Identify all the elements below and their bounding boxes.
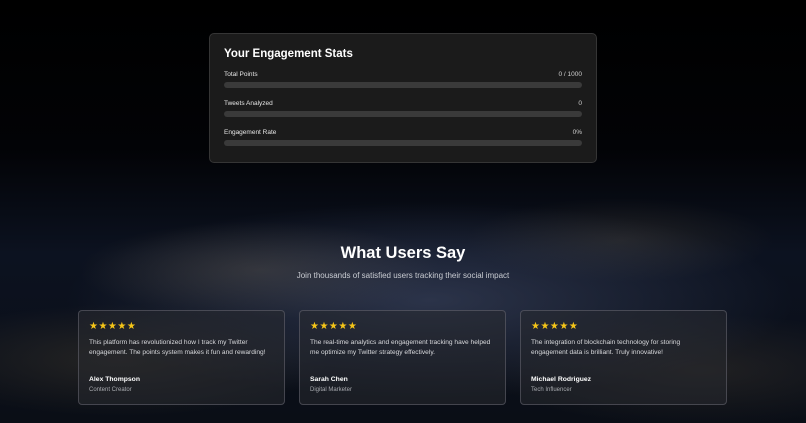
stat-value: 0 bbox=[578, 100, 582, 107]
testimonial-text: This platform has revolutionized how I t… bbox=[89, 339, 266, 356]
stat-value: 0% bbox=[572, 129, 582, 136]
progress-bar bbox=[224, 82, 582, 88]
stat-row-total-points: Total Points 0 / 1000 bbox=[224, 70, 582, 99]
testimonial-card: ★★★★★ This platform has revolutionized h… bbox=[78, 310, 285, 405]
stat-label: Total Points bbox=[224, 71, 258, 78]
stat-label: Tweets Analyzed bbox=[224, 100, 273, 107]
testimonial-card: ★★★★★ The integration of blockchain tech… bbox=[520, 310, 727, 405]
testimonial-author-role: Content Creator bbox=[89, 387, 132, 393]
star-rating-icon: ★★★★★ bbox=[531, 321, 579, 332]
testimonials-title: What Users Say bbox=[340, 244, 466, 262]
stat-row-tweets-analyzed: Tweets Analyzed 0 bbox=[224, 99, 582, 128]
testimonial-text: The integration of blockchain technology… bbox=[531, 339, 681, 356]
testimonial-author-role: Digital Marketer bbox=[310, 387, 353, 393]
testimonial-author-name: Sarah Chen bbox=[310, 376, 348, 383]
testimonials-grid: ★★★★★ This platform has revolutionized h… bbox=[78, 310, 728, 405]
progress-bar bbox=[224, 140, 582, 146]
stat-value: 0 / 1000 bbox=[558, 71, 583, 78]
stat-row-engagement-rate: Engagement Rate 0% bbox=[224, 128, 582, 157]
testimonial-text: The real-time analytics and engagement t… bbox=[310, 339, 491, 356]
testimonials-subtitle: Join thousands of satisfied users tracki… bbox=[296, 271, 510, 280]
star-rating-icon: ★★★★★ bbox=[310, 321, 358, 332]
testimonial-author-name: Alex Thompson bbox=[89, 376, 140, 383]
testimonial-author-role: Tech Influencer bbox=[531, 387, 572, 393]
testimonial-author-name: Michael Rodriguez bbox=[531, 376, 592, 383]
star-rating-icon: ★★★★★ bbox=[89, 321, 137, 332]
engagement-stats-card: Your Engagement Stats Total Points 0 / 1… bbox=[209, 33, 597, 163]
testimonial-card: ★★★★★ The real-time analytics and engage… bbox=[299, 310, 506, 405]
progress-bar bbox=[224, 111, 582, 117]
stats-title: Your Engagement Stats bbox=[224, 48, 353, 60]
stat-label: Engagement Rate bbox=[224, 129, 277, 136]
